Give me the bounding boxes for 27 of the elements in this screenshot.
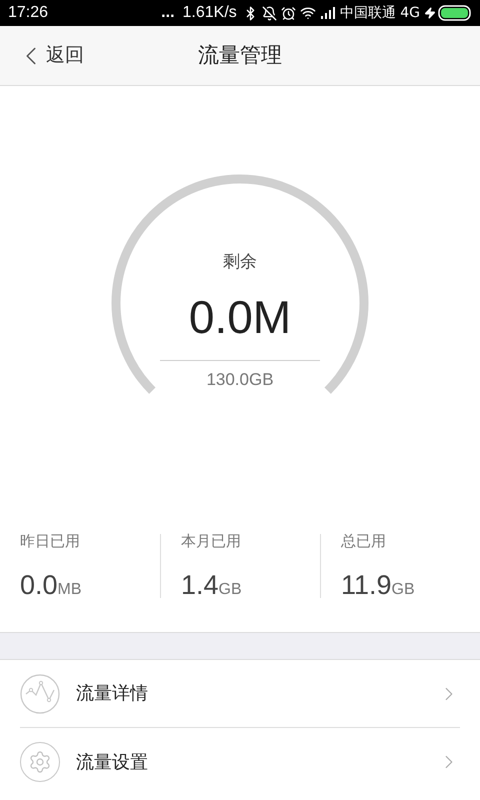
page-title: 流量管理 — [198, 42, 282, 69]
stat-label: 昨日已用 — [20, 531, 81, 552]
battery-icon — [438, 5, 472, 21]
charging-icon — [424, 7, 436, 19]
stat-label: 总已用 — [341, 531, 387, 552]
total-quota: 130.0GB — [206, 368, 274, 390]
remaining-value: 0.0M — [188, 294, 292, 340]
remaining-label: 剩余 — [223, 251, 257, 274]
stat-value: 0.0MB — [20, 568, 83, 602]
stat-value: 11.9GB — [341, 568, 416, 602]
menu-row[interactable]: 流量详情 — [20, 660, 460, 728]
stat-label: 本月已用 — [181, 531, 242, 552]
menu-row[interactable]: 流量设置 — [20, 728, 460, 796]
carrier-name: 中国联通 4G — [340, 4, 420, 22]
muted-bell-icon — [262, 6, 277, 20]
wifi-icon — [300, 5, 316, 21]
network-speed: 1.61K/s — [182, 3, 237, 23]
line-chart-icon — [20, 674, 60, 714]
stat-value: 1.4GB — [181, 568, 243, 602]
back-button[interactable]: 返回 — [0, 40, 84, 70]
signal-icon — [320, 7, 337, 19]
alarm-icon — [280, 6, 296, 20]
menu-label: 流量详情 — [76, 682, 149, 706]
settings-icon — [20, 742, 60, 782]
clock-time: 17:26 — [8, 3, 48, 23]
menu-label: 流量设置 — [76, 750, 149, 774]
notification-dots: ... — [161, 3, 175, 23]
